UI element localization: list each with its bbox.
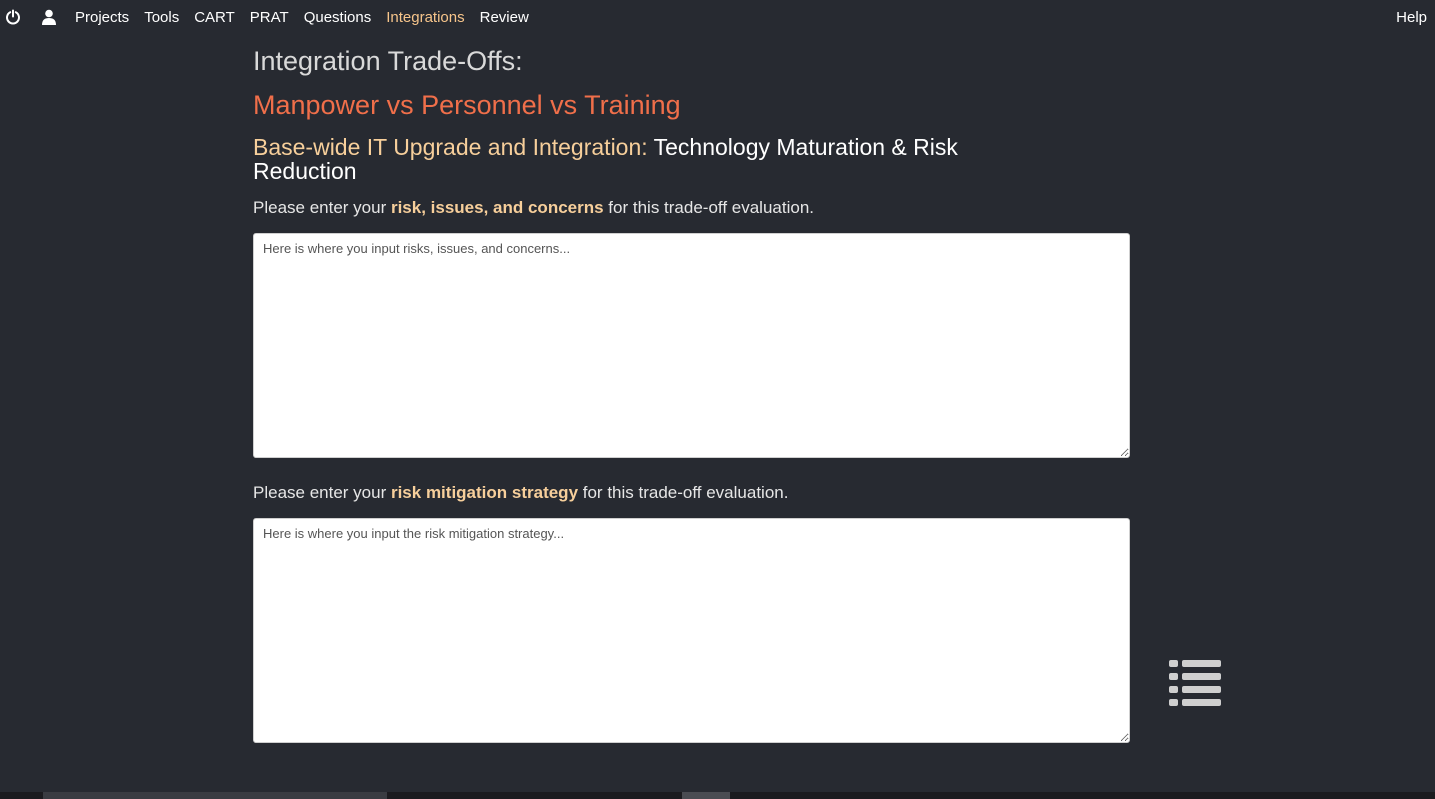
- risks-prompt-before: Please enter your: [253, 198, 391, 217]
- mitigation-prompt-bold: risk mitigation strategy: [390, 483, 579, 502]
- nav-questions[interactable]: Questions: [304, 9, 372, 27]
- user-icon[interactable]: [41, 9, 57, 25]
- nav-links: Projects Tools CART PRAT Questions Integ…: [75, 9, 544, 27]
- project-name: Base-wide IT Upgrade and Integration:: [253, 134, 648, 160]
- page-subtitle: Manpower vs Personnel vs Training: [253, 90, 681, 120]
- main-content: Integration Trade-Offs: Manpower vs Pers…: [253, 44, 1130, 743]
- bottom-strip-segment: [682, 792, 730, 799]
- mitigation-textarea[interactable]: [253, 518, 1130, 743]
- nav-projects[interactable]: Projects: [75, 9, 129, 27]
- project-heading: Base-wide IT Upgrade and Integration: Te…: [253, 135, 973, 183]
- mitigation-prompt-after: for this trade-off evaluation.: [578, 483, 789, 502]
- nav-integrations[interactable]: Integrations: [386, 9, 464, 27]
- mitigation-prompt-before: Please enter your: [253, 483, 391, 502]
- risks-prompt-after: for this trade-off evaluation.: [603, 198, 814, 217]
- page-title: Integration Trade-Offs:: [253, 46, 523, 76]
- nav-prat[interactable]: PRAT: [250, 9, 289, 27]
- nav-cart[interactable]: CART: [194, 9, 235, 27]
- top-navbar: Projects Tools CART PRAT Questions Integ…: [0, 0, 1435, 36]
- power-icon[interactable]: [5, 9, 21, 25]
- risks-prompt-bold: risk, issues, and concerns: [390, 198, 604, 217]
- nav-review[interactable]: Review: [480, 9, 529, 27]
- nav-help[interactable]: Help: [1396, 9, 1427, 27]
- mitigation-prompt: Please enter your risk mitigation strate…: [253, 483, 788, 503]
- risks-textarea[interactable]: [253, 233, 1130, 458]
- bottom-strip: [0, 792, 1435, 799]
- nav-tools[interactable]: Tools: [144, 9, 179, 27]
- bottom-strip-segment: [43, 792, 387, 799]
- risks-prompt: Please enter your risk, issues, and conc…: [253, 198, 814, 218]
- list-icon[interactable]: [1168, 659, 1222, 709]
